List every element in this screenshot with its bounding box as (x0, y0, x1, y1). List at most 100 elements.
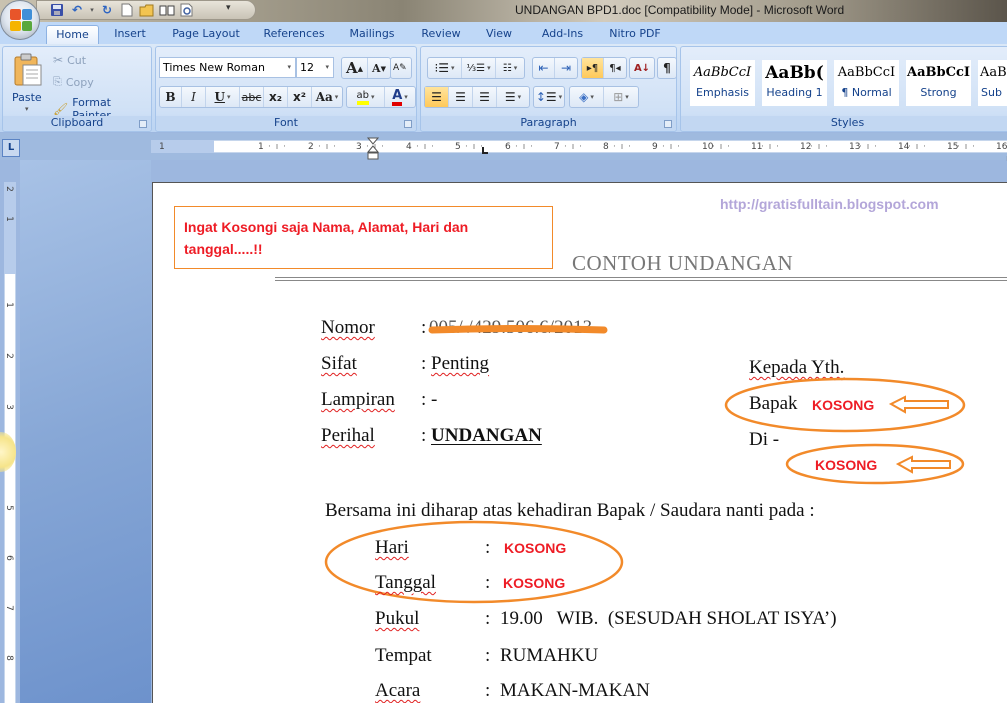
bold-button[interactable]: B (160, 87, 182, 107)
tab-add-ins[interactable]: Add-Ins (535, 25, 590, 44)
redo-icon[interactable]: ↻ (99, 2, 115, 18)
styles-group-label: Styles (681, 116, 1007, 130)
ruler-numbers: 1 1 · ı · 2 · ı · 3 · ı · 4 · ı · 5 · ı · 6 · ı · 7 · … (0, 141, 1007, 176)
save-icon[interactable] (49, 2, 65, 18)
change-case-button[interactable]: Aa ▾ (312, 87, 342, 107)
borders-button[interactable]: ⊞ ▾ (604, 87, 638, 107)
grow-font-button[interactable]: A ▲ (342, 58, 369, 78)
font-name-dropdown-icon[interactable]: ▾ (287, 63, 291, 71)
tab-review[interactable]: Review (416, 25, 466, 44)
tab-page-layout[interactable]: Page Layout (165, 25, 247, 44)
shading-dropdown-icon[interactable]: ▾ (590, 93, 594, 101)
left-tab-stop[interactable] (482, 147, 488, 154)
style-heading-1[interactable]: AaBb( Heading 1 (762, 60, 827, 106)
detail-sep: : (485, 608, 491, 629)
multilevel-list-button[interactable]: ☷ ▾ (496, 58, 524, 78)
font-color-button[interactable]: A ▾ (385, 87, 415, 107)
vertical-ruler-number: 2 (3, 186, 14, 192)
style-preview: AaBb( (765, 63, 824, 83)
show-marks-button[interactable]: ¶ (657, 57, 677, 79)
paste-dropdown-icon[interactable]: ▾ (25, 105, 29, 113)
decrease-indent-button[interactable]: ⇤ (533, 58, 555, 78)
justify-dropdown-icon[interactable]: ▾ (518, 93, 522, 101)
new-document-icon[interactable] (119, 2, 135, 18)
style-strong[interactable]: AaBbCcI Strong (906, 60, 971, 106)
change-case-label: Aa (315, 90, 333, 104)
line-spacing-button[interactable]: ↕ ☰ ▾ (533, 86, 565, 108)
ruler-number: 2 (308, 142, 314, 152)
ruler-number: 3 (356, 142, 362, 152)
open-book-icon[interactable] (159, 2, 175, 18)
style-name: Emphasis (696, 86, 749, 99)
print-preview-icon[interactable] (179, 2, 195, 18)
tab-home[interactable]: Home (46, 25, 99, 44)
ruler-number: 1 (258, 142, 264, 152)
rtl-button[interactable]: ¶◂ (604, 58, 626, 78)
tab-view[interactable]: View (478, 25, 520, 44)
bullets-button[interactable]: ⁝☰ ▾ (428, 58, 462, 78)
sort-button[interactable]: A↓ (629, 57, 655, 79)
vertical-ruler-number: 3 (3, 404, 14, 410)
clipboard-dialog-launcher[interactable] (139, 120, 147, 128)
numbering-button[interactable]: ⅓☰ ▾ (462, 58, 496, 78)
numbering-dropdown-icon[interactable]: ▾ (487, 64, 491, 72)
vertical-ruler-number: 2 (3, 353, 14, 359)
italic-button[interactable]: I (182, 87, 206, 107)
tab-mailings[interactable]: Mailings (341, 25, 403, 44)
increase-indent-button[interactable]: ⇥ (555, 58, 577, 78)
highlight-button[interactable]: ab ▾ (347, 87, 385, 107)
change-case-dropdown-icon[interactable]: ▾ (335, 93, 339, 101)
font-color-dropdown-icon[interactable]: ▾ (404, 93, 408, 101)
shading-button[interactable]: ◈ ▾ (570, 87, 604, 107)
customize-qat-button[interactable]: ▾ (226, 3, 231, 13)
tab-insert[interactable]: Insert (104, 25, 156, 44)
multilevel-dropdown-icon[interactable]: ▾ (514, 64, 518, 72)
style-normal[interactable]: AaBbCcI ¶ Normal (834, 60, 899, 106)
font-name-combo[interactable]: Times New Roman ▾ (159, 57, 296, 78)
document-page[interactable]: Ingat Kosongi saja Nama, Alamat, Hari da… (152, 182, 1007, 703)
numbering-icon: ⅓☰ (466, 62, 486, 74)
detail-label-acara: Acara (375, 680, 421, 701)
tab-references[interactable]: References (256, 25, 332, 44)
font-size-dropdown-icon[interactable]: ▾ (325, 63, 329, 71)
align-left-button[interactable]: ☰ (425, 87, 449, 107)
style-name: Heading 1 (766, 86, 823, 99)
indent-marker[interactable] (366, 137, 380, 160)
style-emphasis[interactable]: AaBbCcI Emphasis (690, 60, 755, 106)
clipboard-group: Paste ▾ ✂ Cut ⎘ Copy 🖌 Format Painter Cl… (2, 46, 152, 132)
cut-label: Cut (67, 53, 87, 67)
ruler-tick: · ı · (810, 142, 829, 152)
strikethrough-button[interactable]: abc (240, 87, 264, 107)
highlight-dropdown-icon[interactable]: ▾ (371, 93, 375, 101)
align-right-button[interactable]: ☰ (473, 87, 497, 107)
office-button[interactable] (0, 0, 40, 40)
superscript-button[interactable]: x² (288, 87, 312, 107)
style-subtitle[interactable]: AaB Sub (978, 60, 1007, 106)
subscript-button[interactable]: x₂ (264, 87, 288, 107)
undo-dropdown-icon[interactable]: ▾ (89, 2, 95, 18)
font-size-combo[interactable]: 12 ▾ (296, 57, 334, 78)
underline-dropdown-icon[interactable]: ▾ (227, 93, 231, 101)
ruler-tick: · ı · (268, 142, 287, 152)
clear-formatting-button[interactable]: A✎ (390, 57, 412, 79)
vertical-ruler-number: 8 (3, 655, 14, 661)
ruler-number: 4 (406, 142, 412, 152)
align-center-button[interactable]: ☰ (449, 87, 473, 107)
font-dialog-launcher[interactable] (404, 120, 412, 128)
borders-dropdown-icon[interactable]: ▾ (625, 93, 629, 101)
underline-button[interactable]: U ▾ (206, 87, 240, 107)
copy-button[interactable]: ⎘ Copy (53, 75, 94, 89)
ellipse-hari-tanggal (324, 520, 624, 604)
justify-button[interactable]: ☰ ▾ (497, 87, 529, 107)
arrow-left-icon (888, 395, 949, 414)
shrink-font-button[interactable]: A ▼ (368, 58, 390, 78)
ruler-tick: · ı · (662, 142, 681, 152)
undo-icon[interactable]: ↶ (69, 2, 85, 18)
ltr-button[interactable]: ▸¶ (582, 58, 604, 78)
cut-button[interactable]: ✂ Cut (53, 53, 86, 67)
open-folder-icon[interactable] (139, 2, 155, 18)
bullets-dropdown-icon[interactable]: ▾ (451, 64, 455, 72)
tab-nitro-pdf[interactable]: Nitro PDF (603, 25, 667, 44)
font-format-buttons: B I U ▾ abc x₂ x² Aa ▾ (159, 86, 343, 108)
paragraph-dialog-launcher[interactable] (664, 120, 672, 128)
